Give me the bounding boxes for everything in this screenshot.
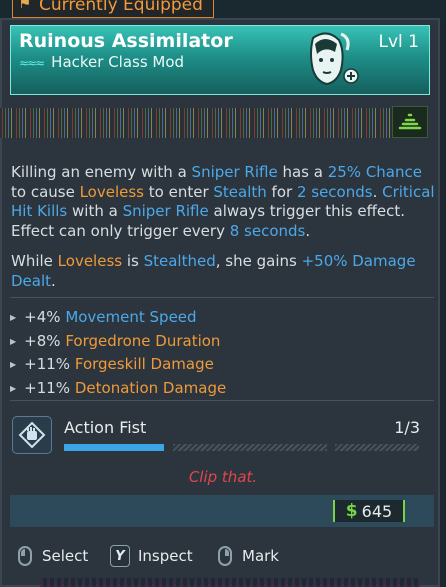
description-text: . <box>51 271 56 290</box>
skill-point-segment <box>335 444 419 451</box>
stat-name: Forgeskill Damage <box>74 355 214 373</box>
description-text: 25% Chance <box>327 163 422 181</box>
bullet-icon: ▶ <box>10 336 17 346</box>
currently-equipped-tag: ⚑ Currently Equipped <box>12 0 214 18</box>
description-text: for <box>266 182 297 201</box>
description-text: to cause <box>11 182 80 201</box>
description-text: . <box>372 182 383 201</box>
character-portrait-icon <box>310 32 359 86</box>
y-key-icon: Y <box>110 545 130 567</box>
select-label: Select <box>42 547 89 565</box>
description-paragraph-1: Killing an enemy with a Sniper Rifle has… <box>11 163 436 241</box>
action-fist-skill-icon <box>12 416 52 454</box>
class-mod-badge-icon: ≈≈≈ <box>19 56 45 70</box>
stat-name: Movement Speed <box>65 308 197 326</box>
bullet-icon: ▶ <box>10 360 17 369</box>
stat-row: ▶ +11% Forgeskill Damage <box>10 353 434 377</box>
bullet-icon: ▶ <box>10 383 17 393</box>
description-text: . <box>305 221 311 240</box>
description-paragraph-2: While Loveless is Stealthed, she gains +… <box>11 252 436 291</box>
select-prompt[interactable]: Select <box>18 543 88 569</box>
description-text: 2 seconds <box>296 182 373 201</box>
item-description: Killing an enemy with a Sniper Rifle has… <box>11 163 436 302</box>
description-text: Stealth <box>213 182 267 201</box>
divider <box>10 297 434 298</box>
description-text: , she gains <box>215 252 302 270</box>
description-text: to enter <box>144 182 214 201</box>
footer-decoration <box>40 578 420 587</box>
stat-row: ▶ +8% Forgedrone Duration <box>10 330 434 354</box>
stat-value: +4% <box>24 308 61 326</box>
class-type-label: Hacker Class Mod <box>51 53 185 71</box>
description-text: with a <box>67 202 123 220</box>
mouse-right-click-icon <box>218 546 232 566</box>
stat-value: +8% <box>24 331 61 350</box>
description-text: Sniper Rifle <box>191 163 278 181</box>
stat-name: Detonation Damage <box>74 378 227 397</box>
glitch-manufacturer-icon <box>392 106 428 138</box>
skill-points: 1/3 <box>394 418 420 437</box>
price-value: 645 <box>361 501 393 521</box>
stat-value: +11% <box>24 378 71 397</box>
description-text: has a <box>277 163 328 181</box>
stat-name: Forgedrone Duration <box>65 331 221 350</box>
item-name: Ruinous Assimilator <box>19 30 233 52</box>
stat-value: +11% <box>24 355 71 373</box>
item-level: Lvl 1 <box>378 32 419 52</box>
button-prompts: Select Y Inspect Mark <box>0 543 446 569</box>
skill-name: Action Fist <box>64 418 147 437</box>
description-text: Sniper Rifle <box>122 202 209 220</box>
skill-point-segment <box>173 444 327 451</box>
description-text: While <box>11 252 58 270</box>
currency-icon: $ <box>345 501 358 521</box>
description-text: Killing an enemy with a <box>11 163 192 181</box>
flavor-text: Clip that. <box>188 468 258 486</box>
currently-equipped-label: Currently Equipped <box>39 0 203 15</box>
description-text: Loveless <box>57 252 123 270</box>
mark-label: Mark <box>242 547 279 565</box>
mark-prompt[interactable]: Mark <box>218 543 279 569</box>
item-header: Ruinous Assimilator ≈≈≈ Hacker Class Mod … <box>10 25 430 95</box>
divider <box>10 400 434 401</box>
item-class-type: ≈≈≈ Hacker Class Mod <box>19 53 184 71</box>
inspect-prompt[interactable]: Y Inspect <box>110 543 193 569</box>
stat-row: ▶ +4% Movement Speed <box>10 306 434 330</box>
equipped-flag-icon: ⚑ <box>18 0 32 12</box>
description-text: is <box>122 252 144 270</box>
bullet-icon: ▶ <box>10 313 17 322</box>
inspect-label: Inspect <box>138 547 193 565</box>
glitch-barcode-strip <box>0 108 400 138</box>
description-text: Loveless <box>79 182 144 201</box>
description-text: 8 seconds <box>229 221 306 240</box>
mouse-left-click-icon <box>18 546 32 566</box>
stat-row: ▶ +11% Detonation Damage <box>10 377 434 401</box>
stat-list: ▶ +4% Movement Speed ▶ +8% Forgedrone Dura… <box>10 306 434 400</box>
skill-point-segment <box>64 444 164 451</box>
price-box: $ 645 <box>333 500 405 522</box>
description-text: Stealthed <box>143 252 216 270</box>
